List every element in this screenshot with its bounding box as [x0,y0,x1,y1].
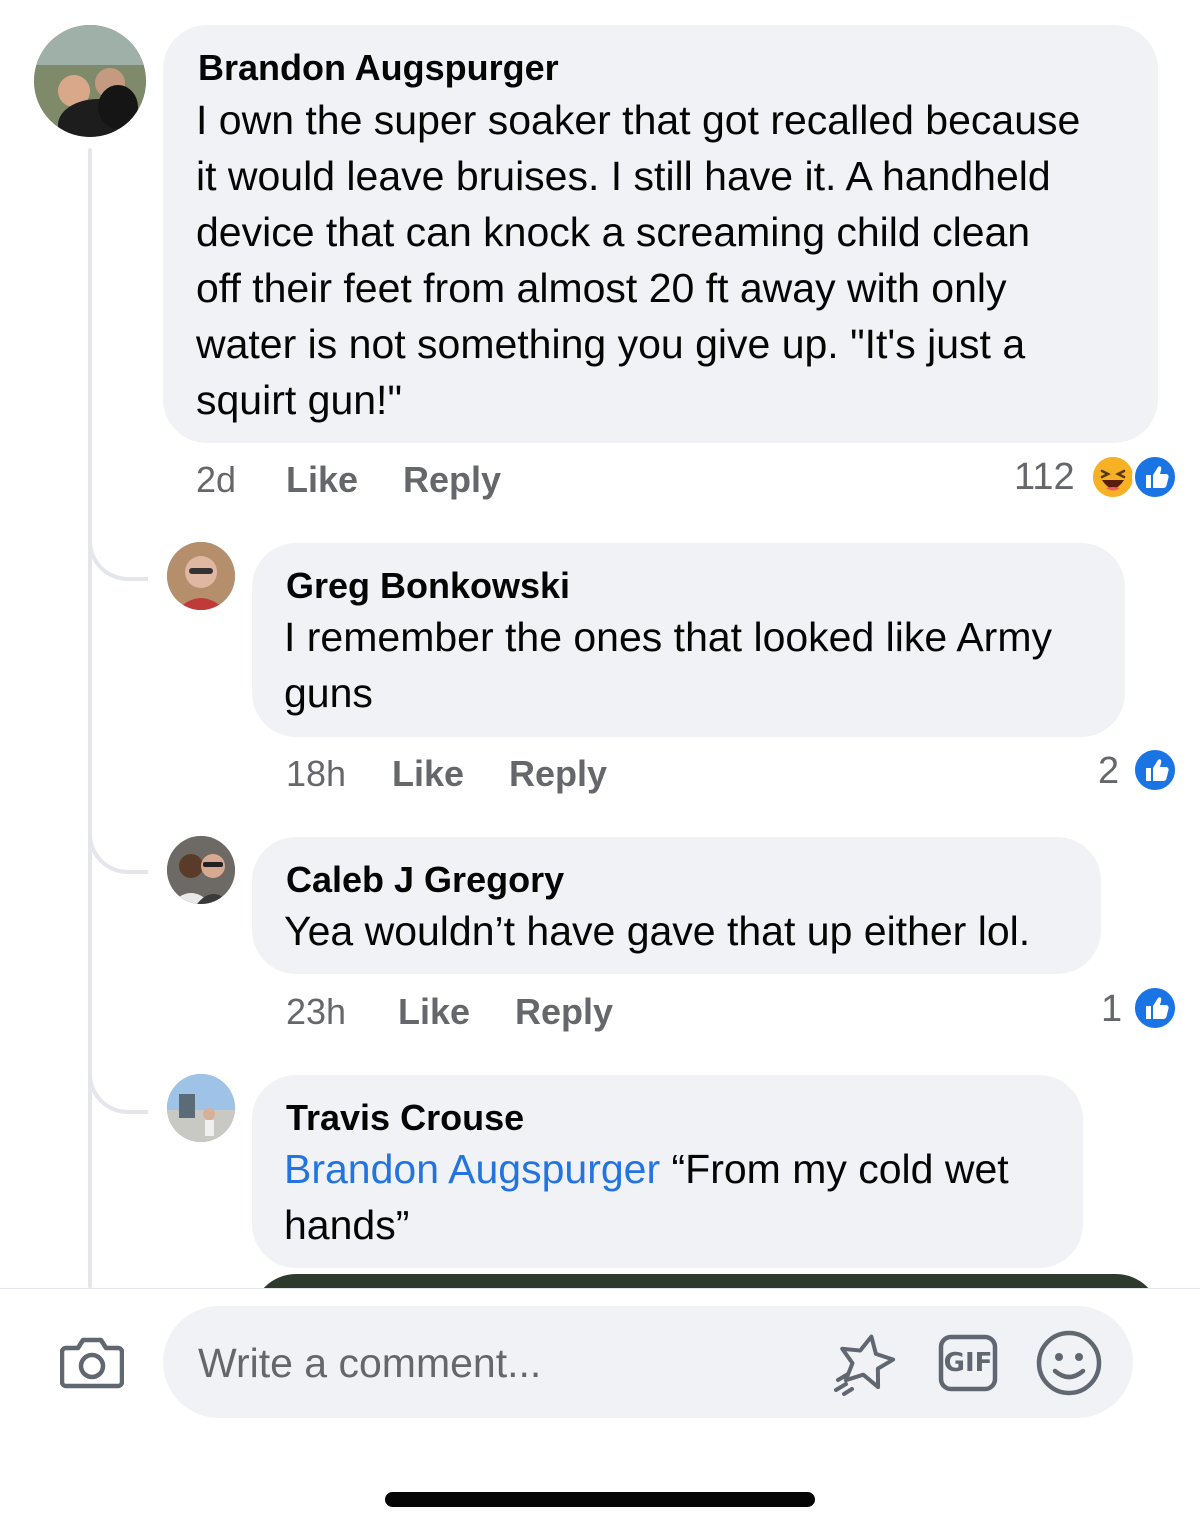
like-icon [1132,747,1178,793]
reply-author[interactable]: Greg Bonkowski [286,566,570,606]
reply-button[interactable]: Reply [509,754,607,794]
camera-icon[interactable] [59,1334,125,1390]
reply-text-line: Brandon Augspurger “From my cold wet [284,1141,1009,1197]
comment-text-line: water is not something you give up. "It'… [196,321,1026,367]
reaction-count[interactable]: 112 [1014,457,1075,497]
reaction-count[interactable]: 2 [1098,751,1119,791]
haha-icon [1090,454,1136,500]
reply-author[interactable]: Caleb J Gregory [286,860,564,900]
avatar[interactable] [34,25,146,137]
comment-text-line: it would leave bruises. I still have it.… [196,153,1051,199]
comment-author[interactable]: Brandon Augspurger [198,48,559,88]
home-indicator[interactable] [385,1492,815,1507]
gif-label: GIF [943,1348,993,1378]
comment-text-line: off their feet from almost 20 ft away wi… [196,265,1007,311]
thread-connector [88,535,148,581]
comment-text-line: I own the super soaker that got recalled… [196,97,1081,143]
user-mention[interactable]: Brandon Augspurger [284,1146,660,1192]
thread-connector [88,828,148,874]
like-icon [1132,454,1178,500]
thread-line [88,148,92,1288]
comment-text-line: device that can knock a screaming child … [196,209,1031,255]
like-button[interactable]: Like [398,992,470,1032]
reply-text-line: guns [284,670,373,716]
reply-button[interactable]: Reply [515,992,613,1032]
avatar[interactable] [167,542,235,610]
reaction-count[interactable]: 1 [1101,989,1122,1029]
reply-button[interactable]: Reply [403,460,501,500]
comment-input-placeholder[interactable]: Write a comment... [198,1340,541,1386]
reply-text-line: hands” [284,1202,410,1248]
emoji-icon[interactable] [1035,1329,1103,1397]
comment-text-line: squirt gun!" [196,377,403,423]
reply-author[interactable]: Travis Crouse [286,1098,524,1138]
like-button[interactable]: Like [286,460,358,500]
comment-timestamp[interactable]: 2d [196,460,236,500]
reply-text-segment: “From my cold wet [660,1146,1009,1192]
avatar[interactable] [167,1074,235,1142]
reply-timestamp[interactable]: 18h [286,754,346,794]
thread-connector [88,1068,148,1114]
like-icon [1132,985,1178,1031]
reply-text-line: Yea wouldn’t have gave that up either lo… [284,908,1031,954]
avatar[interactable] [167,836,235,904]
avatar-sticker-icon[interactable] [832,1332,902,1398]
reply-text-line: I remember the ones that looked like Arm… [284,614,1052,660]
reply-timestamp[interactable]: 23h [286,992,346,1032]
gif-icon[interactable]: GIF [938,1334,998,1392]
like-button[interactable]: Like [392,754,464,794]
